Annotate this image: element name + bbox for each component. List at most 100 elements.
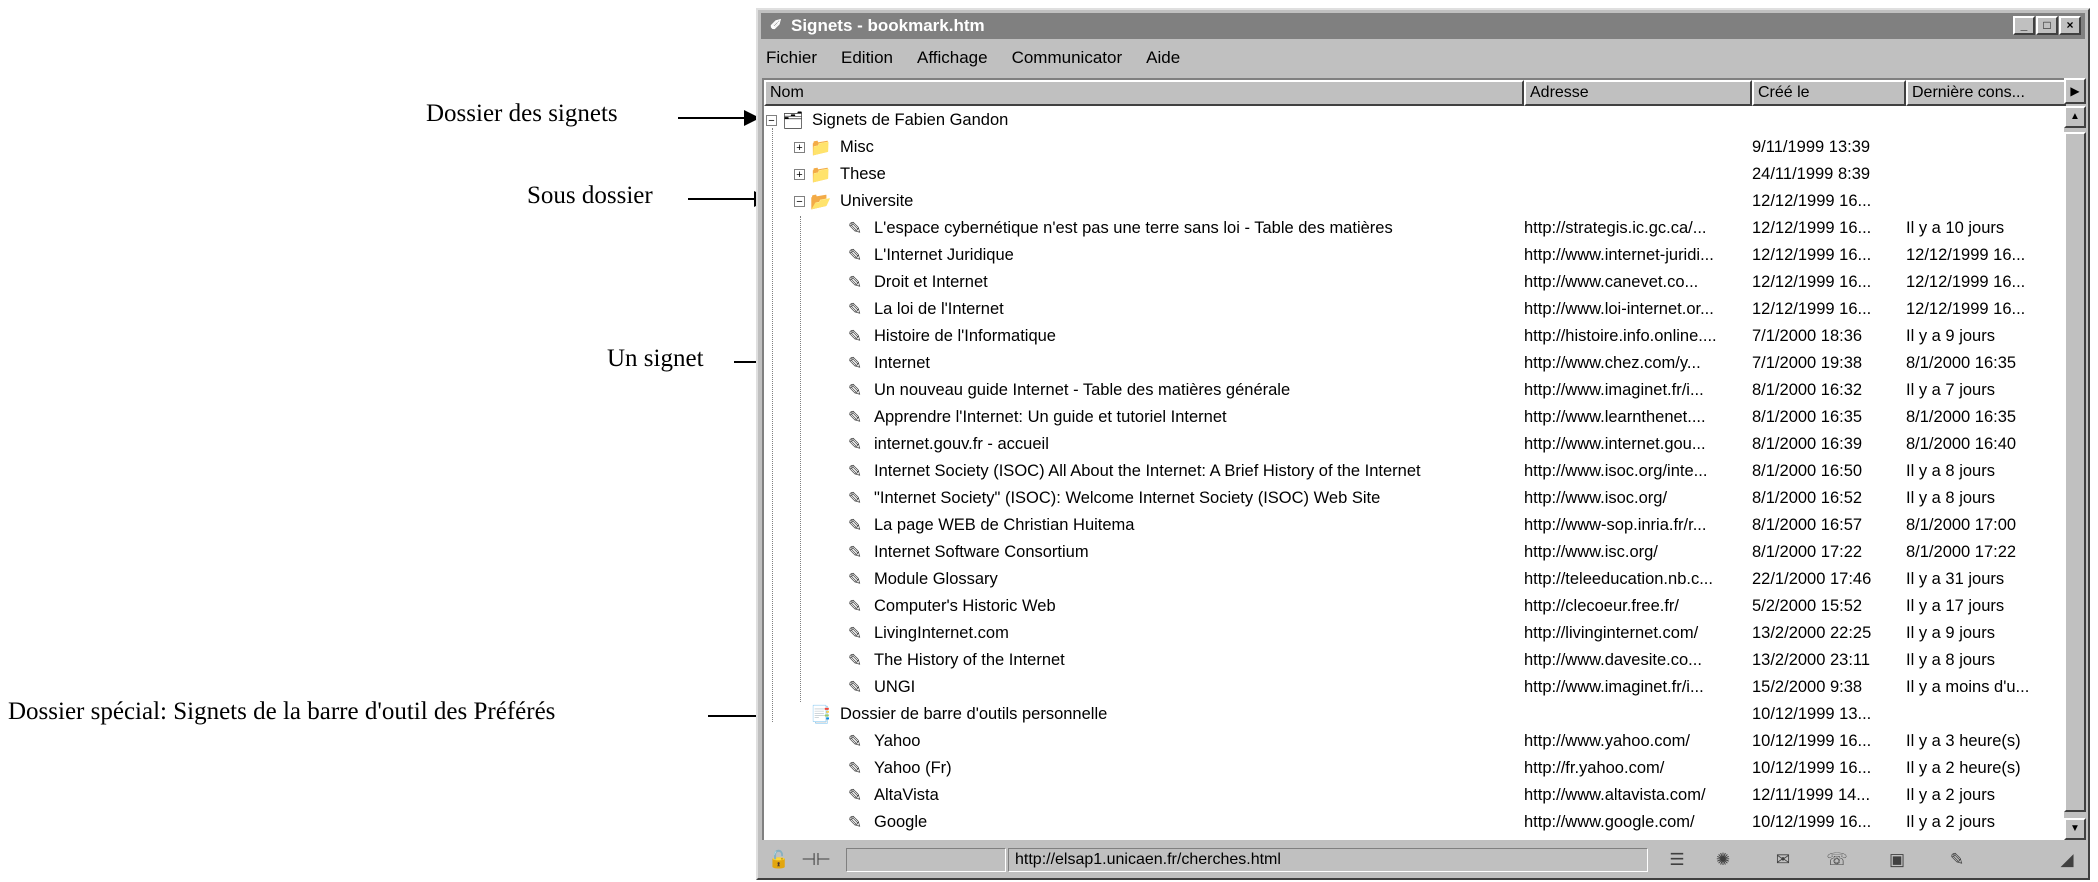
bookmark-row[interactable]: ✎ L'Internet Juridique http://www.internet… — [764, 243, 2066, 270]
bookmark-icon: ✎ — [847, 597, 863, 616]
mail-icon[interactable]: ✉ — [1768, 848, 1798, 872]
row-created: 8/1/2000 16:52 — [1752, 489, 1863, 507]
component-bar-icon[interactable]: ☰ — [1662, 848, 1692, 872]
vertical-scrollbar[interactable]: ▲ ▼ — [2064, 106, 2086, 840]
row-name: Computer's Historic Web — [874, 597, 1056, 615]
bookmark-icon: ✎ — [847, 624, 863, 643]
folder-row[interactable]: + 📁 These 24/11/1999 8:39 — [764, 162, 2066, 189]
bookmark-row[interactable]: ✎ The History of the Internet http://www.d… — [764, 648, 2066, 675]
bookmark-row[interactable]: ✎ La page WEB de Christian Huitema http://… — [764, 513, 2066, 540]
bookmark-row[interactable]: ✎ Internet http://www.chez.com/y... 7/1/200… — [764, 351, 2066, 378]
row-name: The History of the Internet — [874, 651, 1065, 669]
bookmark-row[interactable]: ✎ AltaVista http://www.altavista.com/12/11… — [764, 783, 2066, 810]
row-address: http://www.imaginet.fr/i... — [1524, 381, 1704, 399]
row-address: http://www-sop.inria.fr/r... — [1524, 516, 1707, 534]
bookmark-list[interactable]: Nom Adresse Créé le Dernière cons... − 🗂 S… — [762, 78, 2066, 840]
menu-affichage[interactable]: Affichage — [917, 48, 988, 68]
bookmark-row[interactable]: ✎ Yahoo (Fr) http://fr.yahoo.com/10/12/199… — [764, 756, 2066, 783]
row-created: 12/12/1999 16... — [1752, 219, 1872, 237]
row-name: Internet — [874, 354, 930, 372]
column-header-cree[interactable]: Créé le — [1752, 80, 1906, 106]
row-address: http://www.internet-juridi... — [1524, 246, 1714, 264]
bookmark-icon: ✎ — [847, 462, 863, 481]
bookmark-row[interactable]: ✎ Computer's Historic Web http://clecoeur.… — [764, 594, 2066, 621]
bookmark-root-folder-icon: 🗂 — [782, 111, 804, 130]
bookmark-row[interactable]: ✎ Module Glossary http://teleeducation.nb.… — [764, 567, 2066, 594]
row-name: internet.gouv.fr - accueil — [874, 435, 1049, 453]
row-last-visit: 8/1/2000 17:00 — [1906, 516, 2017, 534]
bookmark-icon: ✎ — [847, 381, 863, 400]
bookmark-row[interactable]: ✎ Droit et Internet http://www.canevet.co.… — [764, 270, 2066, 297]
collapse-toggle[interactable]: − — [766, 115, 777, 127]
title-bar[interactable]: ✐ Signets - bookmark.htm _ □ × — [761, 13, 2085, 39]
bookmark-row[interactable]: ✎ Internet Society (ISOC) All About the I… — [764, 459, 2066, 486]
close-button[interactable]: × — [2059, 16, 2081, 35]
row-address: http://www.imaginet.fr/i... — [1524, 678, 1704, 696]
folder-row[interactable]: − 📂 Universite 12/12/1999 16... — [764, 189, 2066, 216]
bookmark-row[interactable]: ✎ La loi de l'Internet http://www.loi-inte… — [764, 297, 2066, 324]
bookmark-icon: ✎ — [847, 219, 863, 238]
row-address: http://www.davesite.co... — [1524, 651, 1702, 669]
bookmark-row[interactable]: ✎ Google http://www.google.com/10/12/1999 … — [764, 810, 2066, 837]
folder-row[interactable]: − 🗂 Signets de Fabien Gandon — [764, 108, 2066, 135]
bookmark-row[interactable]: ✎ UNGI http://www.imaginet.fr/i... 15/2/200… — [764, 675, 2066, 702]
column-header-nom[interactable]: Nom — [764, 80, 1524, 106]
tree-line — [800, 216, 801, 702]
collapse-toggle[interactable]: − — [794, 196, 805, 208]
menu-fichier[interactable]: Fichier — [766, 48, 817, 68]
scroll-thumb[interactable] — [2064, 132, 2086, 812]
bookmark-row[interactable]: ✎ Un nouveau guide Internet - Table des m… — [764, 378, 2066, 405]
row-created: 8/1/2000 17:22 — [1752, 543, 1863, 561]
menu-communicator[interactable]: Communicator — [1012, 48, 1123, 68]
row-name: Misc — [840, 138, 874, 156]
annotation-subfolder: Sous dossier — [527, 182, 653, 209]
row-name: These — [840, 165, 886, 183]
row-name: Droit et Internet — [874, 273, 988, 291]
bookmark-row[interactable]: ✎ Yahoo http://www.yahoo.com/10/12/1999 16… — [764, 729, 2066, 756]
annotation-special-folder: Dossier spécial: Signets de la barre d'o… — [8, 698, 556, 725]
row-address: http://www.isoc.org/inte... — [1524, 462, 1708, 480]
bookmark-row[interactable]: ✎ Apprendre l'Internet: Un guide et tutor… — [764, 405, 2066, 432]
folder-row[interactable]: + 📁 Misc 9/11/1999 13:39 — [764, 135, 2066, 162]
bookmark-icon: ✎ — [847, 759, 863, 778]
bookmark-icon: ✎ — [847, 300, 863, 319]
lock-icon[interactable]: 🔓 — [764, 848, 794, 872]
bookmark-icon: ✎ — [847, 678, 863, 697]
maximize-button[interactable]: □ — [2036, 16, 2058, 35]
column-scroll-right-button[interactable]: ▶ — [2064, 78, 2086, 104]
bookmark-row[interactable]: ✎ internet.gouv.fr - accueil http://www.in… — [764, 432, 2066, 459]
bookmark-row[interactable]: ✎ LivingInternet.com http://livinginternet… — [764, 621, 2066, 648]
row-name: Apprendre l'Internet: Un guide et tutori… — [874, 408, 1227, 426]
row-created: 8/1/2000 16:50 — [1752, 462, 1863, 480]
row-last-visit: Il y a 31 jours — [1906, 570, 2005, 588]
scroll-down-button[interactable]: ▼ — [2064, 818, 2086, 840]
row-name: AltaVista — [874, 786, 939, 804]
composer-icon[interactable]: ▣ — [1882, 848, 1912, 872]
row-last-visit: Il y a 3 heure(s) — [1906, 732, 2021, 750]
expand-toggle[interactable]: + — [794, 142, 805, 154]
bookmark-row[interactable]: ✎ "Internet Society" (ISOC): Welcome Inte… — [764, 486, 2066, 513]
bookmark-row[interactable]: ✎ L'espace cybernétique n'est pas une ter… — [764, 216, 2066, 243]
menu-bar: Fichier Edition Affichage Communicator A… — [766, 44, 1180, 72]
resize-grip-icon[interactable]: ◢ — [2052, 848, 2082, 872]
folder-row[interactable]: 📑 Dossier de barre d'outils personnelle 10… — [764, 702, 2066, 729]
navigator-icon[interactable]: ✺ — [1708, 848, 1738, 872]
expand-toggle[interactable]: + — [794, 169, 805, 181]
column-header-derniere[interactable]: Dernière cons... — [1906, 80, 2066, 106]
minimize-button[interactable]: _ — [2013, 16, 2035, 35]
column-header-adresse[interactable]: Adresse — [1524, 80, 1752, 106]
bookmark-row[interactable]: ✎ Histoire de l'Informatique http://histoi… — [764, 324, 2066, 351]
menu-edition[interactable]: Edition — [841, 48, 893, 68]
annotation-bookmark-folder: Dossier des signets — [426, 100, 618, 127]
row-address: http://www.yahoo.com/ — [1524, 732, 1690, 750]
row-created: 12/12/1999 16... — [1752, 192, 1872, 210]
annotation-bookmark: Un signet — [607, 345, 704, 372]
scroll-up-button[interactable]: ▲ — [2064, 106, 2086, 128]
bookmark-icon: ✎ — [847, 813, 863, 832]
menu-aide[interactable]: Aide — [1146, 48, 1180, 68]
row-created: 8/1/2000 16:35 — [1752, 408, 1863, 426]
bookmark-row[interactable]: ✎ Internet Software Consortium http://www.… — [764, 540, 2066, 567]
folder-icon: 📁 — [810, 165, 832, 184]
discussion-icon[interactable]: ☏ — [1822, 848, 1852, 872]
edit-icon[interactable]: ✎ — [1942, 848, 1972, 872]
